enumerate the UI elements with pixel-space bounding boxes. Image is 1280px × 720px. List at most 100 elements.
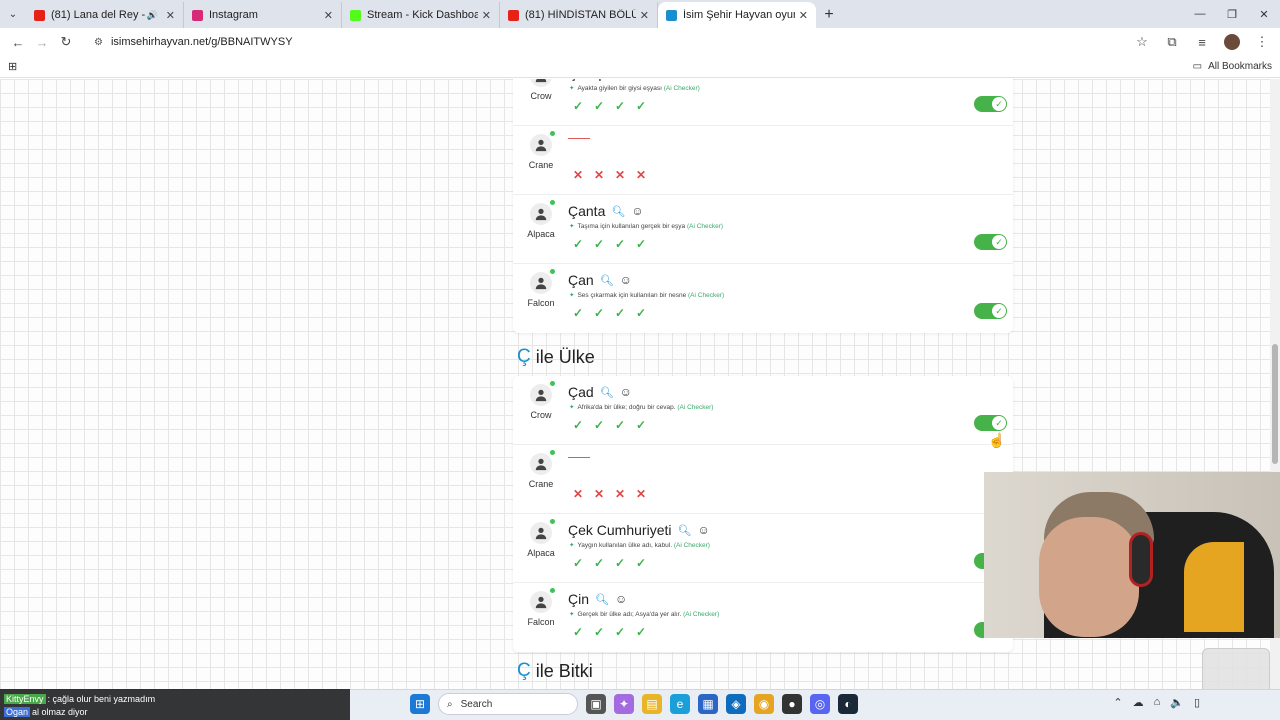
obs-icon[interactable]: ● [782,694,802,714]
vote-list: ✓ ✓ ✓ ✓ [571,237,648,251]
player-name: Alpaca [527,229,555,239]
approve-toggle[interactable]: ✓ [974,234,1007,250]
sparkle-icon: ✦ [569,292,575,299]
empty-answer-dash [568,457,590,458]
browser-tab[interactable]: (81) HİNDİSTAN BÖLÜM 2: VAR ✕ [500,2,658,28]
online-status-dot [550,200,555,205]
search-icon[interactable]: 🔍︎ [611,205,625,218]
scrollbar-thumb[interactable] [1272,344,1278,464]
answer-row: Crow Çad 🔍︎ ☺ ✦ Afrika'da bir ülke; doğru… [513,376,1013,445]
all-bookmarks[interactable]: ▭ All Bookmarks [1193,61,1272,72]
tab-close-icon[interactable]: ✕ [640,9,649,22]
emoji-react-icon[interactable]: ☺ [620,385,632,399]
menu-icon[interactable]: ⋮ [1250,30,1274,54]
search-icon[interactable]: 🔍︎ [595,593,609,606]
emoji-react-icon[interactable]: ☺ [631,204,643,218]
player-avatar-icon [530,591,552,613]
check-icon: ✓ [635,625,647,639]
discord-icon[interactable]: ◎ [810,694,830,714]
site-info-icon[interactable]: ⚙ [94,37,103,48]
cross-icon: ✕ [593,487,605,501]
tab-close-icon[interactable]: ✕ [166,9,175,22]
chat-message: KittyEnvy: çağla olur beni yazmadım [4,693,156,704]
copilot-icon[interactable]: ✦ [614,694,634,714]
sparkle-icon: ✦ [569,611,575,618]
sparkle-icon: ✦ [569,542,575,549]
check-icon: ✓ [572,306,584,320]
bookmark-star-icon[interactable]: ☆ [1130,30,1154,54]
approve-toggle[interactable]: ✓ [974,415,1007,431]
search-icon[interactable]: 🔍︎ [677,524,691,537]
new-tab-button[interactable]: + [816,2,842,28]
category-letter: Ç [517,660,531,681]
check-icon: ✓ [572,556,584,570]
folder-icon: ▭ [1192,61,1203,72]
cloud-icon[interactable]: ☁ [1133,696,1144,709]
restore-icon[interactable]: ❐ [1216,0,1248,28]
volume-icon[interactable]: 🔈 [1170,696,1184,709]
media-icon[interactable]: ≡ [1190,30,1214,54]
search-icon[interactable]: 🔍︎ [600,386,614,399]
emoji-react-icon[interactable]: ☺ [615,592,627,606]
tab-close-icon[interactable]: ✕ [799,9,808,22]
player-avatar-icon [530,522,552,544]
sparkle-icon: ✦ [569,85,575,92]
check-icon: ✓ [614,99,626,113]
vote-list: ✓ ✓ ✓ ✓ [571,418,648,432]
empty-answer-dash [568,138,590,139]
answer-row: Crow Çorap 🔍︎ ☺ ✦Ayakta giyilen bir giys… [513,79,1013,126]
approve-toggle[interactable]: ✓ [974,303,1007,319]
check-icon: ✓ [635,99,647,113]
emoji-react-icon[interactable]: ☺ [697,523,709,537]
tray-chevron-icon[interactable]: ⌃ [1113,696,1122,709]
address-bar[interactable]: ⚙ isimsehirhayvan.net/g/BBNAITWYSY [86,31,1122,53]
chrome-icon[interactable]: ◉ [754,694,774,714]
tab-favicon-icon [34,9,45,21]
player-name: Alpaca [527,548,555,558]
close-window-icon[interactable]: ✕ [1248,0,1280,28]
tab-close-icon[interactable]: ✕ [482,9,491,22]
taskbar-search[interactable]: ⌕ Search [438,693,578,715]
cross-icon: ✕ [593,168,605,182]
windows-start-icon[interactable]: ⊞ [410,694,430,714]
approve-toggle[interactable]: ✓ [974,96,1007,112]
player-name: Crow [530,91,552,101]
check-icon: ✓ [593,99,605,113]
tab-close-icon[interactable]: ✕ [324,9,333,22]
check-icon: ✓ [572,418,584,432]
audio-playing-icon[interactable]: 🔊 [147,10,158,21]
profile-avatar[interactable] [1220,30,1244,54]
online-status-dot [550,519,555,524]
browser-tab[interactable]: Instagram ✕ [184,2,342,28]
browser-tab[interactable]: (81) Lana del Rey - Summer 🔊 ✕ [26,2,184,28]
answer-row: Crane ✕ ✕ ✕ ✕ [513,126,1013,195]
outlook-icon[interactable]: ◈ [726,694,746,714]
apps-grid-icon[interactable]: ⊞ [8,60,17,73]
steam-icon[interactable]: ◐ [838,694,858,714]
tab-search-icon[interactable]: ⌄ [0,0,26,28]
task-view-icon[interactable]: ▣ [586,694,606,714]
ai-description: ✦ Taşıma için kullanılan gerçek bir eşya … [569,223,724,230]
battery-icon[interactable]: ▯ [1194,696,1200,709]
answer-word: Çan 🔍︎ ☺ [568,272,632,288]
cross-icon: ✕ [572,487,584,501]
player-avatar-icon [530,79,552,87]
file-explorer-icon[interactable]: ▤ [642,694,662,714]
back-icon[interactable]: ← [6,30,30,54]
edge-icon[interactable]: e [670,694,690,714]
minimize-icon[interactable]: — [1184,0,1216,28]
emoji-react-icon[interactable]: ☺ [632,79,644,80]
emoji-react-icon[interactable]: ☺ [620,273,632,287]
network-icon[interactable]: ⌂ [1154,696,1161,709]
ai-description: ✦ Afrika'da bir ülke; doğru bir cevap. (A… [569,404,714,411]
forward-icon[interactable]: → [30,30,54,54]
reload-icon[interactable]: ↻ [54,30,78,54]
store-icon[interactable]: ▦ [698,694,718,714]
browser-tab[interactable]: Stream - Kick Dashboard ✕ [342,2,500,28]
search-icon[interactable]: 🔍︎ [612,79,626,80]
search-icon[interactable]: 🔍︎ [600,274,614,287]
check-icon: ✓ [572,99,584,113]
check-icon: ✓ [635,237,647,251]
browser-tab[interactable]: İsim Şehir Hayvan oyununa kat ✕ [658,2,816,28]
extensions-icon[interactable]: ⧉ [1160,30,1184,54]
